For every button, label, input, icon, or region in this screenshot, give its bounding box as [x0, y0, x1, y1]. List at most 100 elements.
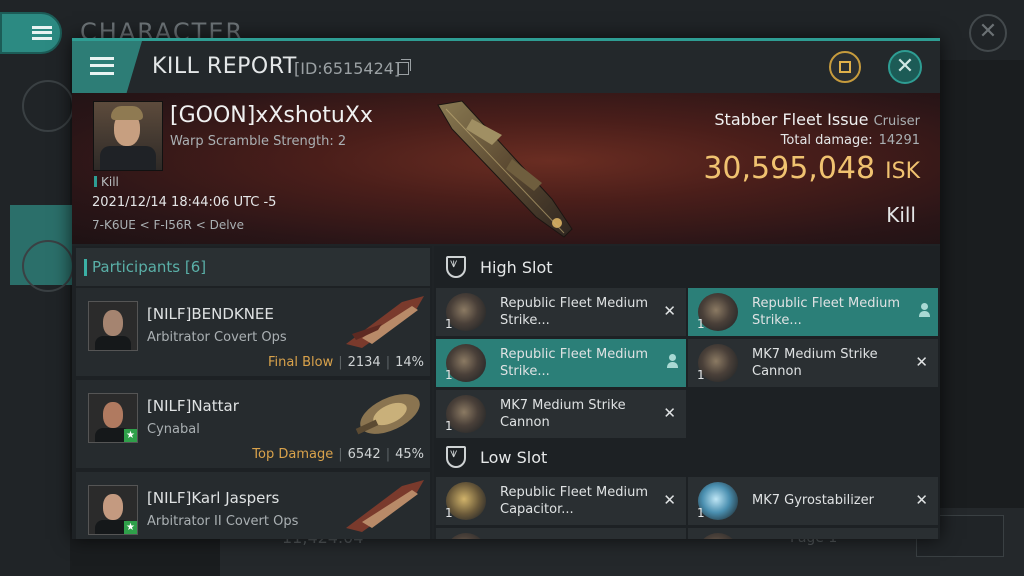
kill-report-dialog: KILL REPORT [ID:6515424] ✕ [GOON]xXshotu… [72, 38, 940, 539]
menu-icon [90, 57, 114, 75]
item-quantity: 1 [445, 368, 453, 382]
high-slot-header: High Slot [434, 248, 940, 286]
isk-unit: ISK [885, 159, 920, 184]
close-icon: ✕ [663, 491, 676, 509]
background-sidebar [0, 60, 74, 576]
participant-ship: Cynabal [147, 422, 200, 437]
participants-panel: Participants [6] [NILF]BENDKNEE Arbitrat… [72, 246, 432, 539]
total-damage: Total damage: 14291 [781, 133, 920, 148]
menu-icon [32, 26, 52, 40]
high-slot-icon [446, 256, 466, 278]
module-icon [698, 533, 738, 539]
participants-header[interactable]: Participants [6] [76, 248, 430, 286]
ship-name-text: Stabber Fleet Issue [714, 110, 869, 129]
participant-name: [NILF]Nattar [147, 397, 239, 415]
participant-ship-image [346, 480, 424, 532]
person-icon [919, 303, 930, 319]
dialog-title: KILL REPORT [152, 54, 297, 79]
dialog-header: KILL REPORT [ID:6515424] ✕ [72, 41, 940, 93]
slot-item[interactable]: 1 MK7 Gyrostabilizer ✕ [688, 477, 938, 525]
item-quantity: 1 [445, 419, 453, 433]
participant-row[interactable]: ★ [NILF]Karl Jaspers Arbitrator II Cover… [76, 472, 430, 539]
item-quantity: 1 [697, 317, 705, 331]
victim-ship-name: Stabber Fleet Issue Cruiser [714, 110, 920, 129]
kill-location[interactable]: 7-K6UE < F-I56R < Delve [92, 218, 244, 232]
victim-ship-image[interactable] [432, 99, 582, 241]
item-name: MK7 Gyrostabilizer [752, 493, 875, 508]
share-icon [839, 61, 851, 73]
total-damage-label: Total damage: [780, 133, 873, 148]
ship-class: Cruiser [873, 114, 920, 129]
participant-ship-image [346, 296, 424, 348]
background-close-button[interactable]: ✕ [969, 14, 1007, 52]
close-icon: ✕ [915, 353, 928, 371]
kill-tag: Kill [94, 175, 119, 189]
copy-icon[interactable] [398, 59, 411, 75]
participants-title: Participants [6] [83, 258, 207, 276]
dialog-menu-button[interactable] [72, 41, 142, 93]
slot-item[interactable]: 1 MK7 Medium Strike Cannon ✕ [436, 390, 686, 438]
participant-avatar: ★ [88, 393, 138, 443]
report-id: [ID:6515424] [294, 59, 401, 78]
slot-item-partial[interactable] [436, 528, 686, 539]
slot-item-partial[interactable] [688, 528, 938, 539]
isk-amount: 30,595,048 [703, 151, 876, 186]
item-quantity: 1 [445, 506, 453, 520]
module-icon [446, 533, 486, 539]
low-slot-icon [446, 446, 466, 468]
person-icon [667, 354, 678, 370]
final-blow-tag: Final Blow [268, 355, 334, 370]
participant-row[interactable]: ★ [NILF]Nattar Cynabal Top Damage | 6542 | 4… [76, 380, 430, 468]
slot-item[interactable]: 1 Republic Fleet Medium Strike... ✕ [436, 288, 686, 336]
close-icon: ✕ [915, 491, 928, 509]
victim-name[interactable]: [GOON]xXshotuXx [170, 103, 373, 128]
low-slot-title: Low Slot [480, 448, 548, 467]
slot-item[interactable]: 1 Republic Fleet Medium Strike... [688, 288, 938, 336]
star-icon: ★ [124, 429, 137, 442]
warp-scramble-strength: Warp Scramble Strength: 2 [170, 134, 347, 149]
item-quantity: 1 [445, 317, 453, 331]
close-button[interactable]: ✕ [888, 50, 922, 84]
background-menu-button[interactable] [0, 12, 62, 54]
item-name: MK7 Medium Strike Cannon [500, 398, 626, 430]
participant-ship-image [355, 394, 420, 435]
participant-avatar [88, 301, 138, 351]
kill-summary: [GOON]xXshotuXx Warp Scramble Strength: … [72, 93, 940, 244]
slot-item[interactable]: 1 Republic Fleet Medium Capacitor... ✕ [436, 477, 686, 525]
close-icon: ✕ [663, 404, 676, 422]
item-name: Republic Fleet Medium Strike... [752, 296, 900, 328]
total-damage-value: 14291 [878, 133, 920, 148]
item-name: MK7 Medium Strike Cannon [752, 347, 878, 379]
top-damage-tag: Top Damage [252, 447, 334, 462]
victim-avatar[interactable] [93, 101, 163, 171]
list-icon[interactable] [22, 80, 74, 132]
participant-avatar: ★ [88, 485, 138, 535]
participant-percent: 14% [395, 355, 424, 370]
slot-item[interactable]: 1 MK7 Medium Strike Cannon ✕ [688, 339, 938, 387]
kill-datetime: 2021/12/14 18:44:06 UTC -5 [92, 195, 277, 210]
item-quantity: 1 [697, 368, 705, 382]
star-badge-icon[interactable] [22, 240, 74, 292]
low-slot-header: Low Slot [434, 438, 940, 476]
participant-damage: 6542 [347, 447, 381, 462]
participant-stats: Final Blow | 2134 | 14% [268, 355, 424, 370]
slot-item[interactable]: 1 Republic Fleet Medium Strike... [436, 339, 686, 387]
participant-damage: 2134 [347, 355, 381, 370]
participant-row[interactable]: [NILF]BENDKNEE Arbitrator Covert Ops Fin… [76, 288, 430, 376]
share-button[interactable] [829, 51, 861, 83]
participant-name: [NILF]Karl Jaspers [147, 489, 280, 507]
item-name: Republic Fleet Medium Capacitor... [500, 485, 648, 517]
item-name: Republic Fleet Medium Strike... [500, 296, 648, 328]
isk-value: 30,595,048 ISK [703, 151, 920, 186]
kill-result: Kill [886, 203, 916, 227]
participant-name: [NILF]BENDKNEE [147, 305, 274, 323]
fitting-panel: High Slot 1 Republic Fleet Medium Strike… [434, 246, 940, 539]
participant-ship: Arbitrator II Covert Ops [147, 514, 299, 529]
close-icon: ✕ [663, 302, 676, 320]
item-name: Republic Fleet Medium Strike... [500, 347, 648, 379]
high-slot-title: High Slot [480, 258, 553, 277]
item-quantity: 1 [697, 506, 705, 520]
participant-stats: Top Damage | 6542 | 45% [252, 447, 424, 462]
participant-ship: Arbitrator Covert Ops [147, 330, 287, 345]
participant-percent: 45% [395, 447, 424, 462]
